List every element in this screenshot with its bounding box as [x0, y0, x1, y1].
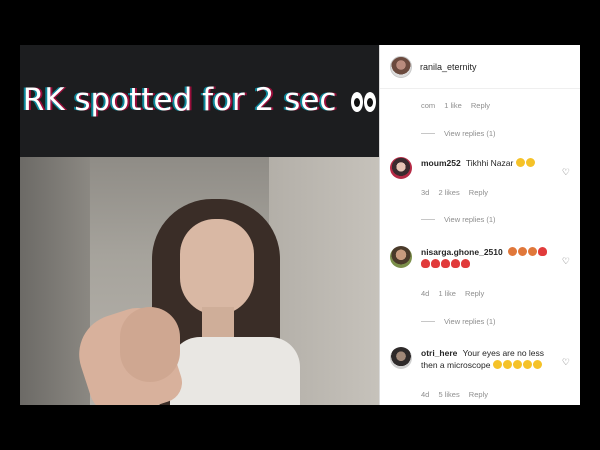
person-hand-fingers [120, 307, 180, 382]
reply-button[interactable]: Reply [465, 289, 484, 298]
smile-emoji-icon [522, 360, 532, 369]
view-replies-label: View replies (1) [444, 129, 496, 138]
person-shirt [170, 337, 300, 405]
emoji-icon [518, 247, 528, 256]
avatar[interactable] [390, 347, 412, 369]
comment-meta: 3d 2 likes Reply [421, 188, 495, 197]
heart-emoji-icon [421, 259, 430, 268]
heart-emoji-icon [451, 259, 460, 268]
view-replies-button[interactable]: View replies (1) [421, 129, 496, 138]
screenshot-frame: RK spotted for 2 sec ranila_eternity com… [0, 0, 600, 450]
heart-outline-icon[interactable]: ♡ [562, 256, 570, 267]
emoji-icon [508, 247, 518, 256]
comment-username[interactable]: otri_here [421, 348, 457, 358]
avatar[interactable] [390, 157, 412, 179]
reply-button[interactable]: Reply [469, 188, 488, 197]
comment-body: nisarga.ghone_2510 [421, 246, 555, 270]
comment-meta: 4d 5 likes Reply [421, 390, 495, 399]
view-replies-label: View replies (1) [444, 317, 496, 326]
view-replies-button[interactable]: View replies (1) [421, 317, 496, 326]
video-caption: RK spotted for 2 sec [23, 82, 377, 120]
reply-button[interactable]: Reply [471, 101, 490, 110]
caption-text: RK spotted for 2 sec [22, 82, 337, 118]
caption-bar: RK spotted for 2 sec [20, 45, 379, 157]
comments-panel[interactable]: ranila_eternity com 1 like Reply View re… [379, 45, 580, 405]
comment-time: 3d [421, 188, 430, 197]
comment-likes[interactable]: 2 likes [438, 188, 459, 197]
comment-body: otri_here Your eyes are no less then a m… [421, 347, 555, 371]
person-face [180, 219, 254, 315]
post-media[interactable]: RK spotted for 2 sec [20, 45, 379, 405]
view-replies-button[interactable]: View replies (1) [421, 215, 496, 224]
divider [421, 133, 435, 134]
reply-button[interactable]: Reply [469, 390, 488, 399]
view-replies-label: View replies (1) [444, 215, 496, 224]
clap-emoji-icon [492, 360, 502, 369]
comment-time: com [421, 101, 436, 110]
panel-header: ranila_eternity [380, 45, 580, 89]
avatar[interactable] [390, 246, 412, 268]
heart-outline-icon[interactable]: ♡ [562, 167, 570, 178]
comment-time: 4d [421, 289, 430, 298]
post-author-username[interactable]: ranila_eternity [420, 62, 477, 72]
heart-outline-icon[interactable]: ♡ [562, 357, 570, 368]
smile-emoji-icon [525, 158, 535, 167]
heart-emoji-icon [538, 247, 548, 256]
surprised-emoji-icon [515, 158, 525, 167]
heart-emoji-icon [431, 259, 440, 268]
heart-emoji-icon [461, 259, 470, 268]
comment-meta: com 1 like Reply [421, 101, 497, 110]
comment-likes[interactable]: 5 likes [438, 390, 459, 399]
video-frame[interactable] [20, 157, 379, 405]
comment-username[interactable]: moum252 [421, 158, 461, 168]
emoji-icon [528, 247, 538, 256]
smile-emoji-icon [532, 360, 542, 369]
comment-meta: 4d 1 like Reply [421, 289, 491, 298]
comment-text: Tikhhi Nazar [465, 158, 514, 168]
avatar[interactable] [390, 55, 412, 78]
divider [421, 321, 435, 322]
comment-body: moum252 Tikhhi Nazar [421, 157, 555, 169]
background-wall [20, 157, 90, 405]
heart-emoji-icon [441, 259, 450, 268]
clap-emoji-icon [502, 360, 512, 369]
divider [421, 219, 435, 220]
comment-time: 4d [421, 390, 430, 399]
comment-likes[interactable]: 1 like [438, 289, 456, 298]
comment-username[interactable]: nisarga.ghone_2510 [421, 247, 503, 257]
comment-likes[interactable]: 1 like [444, 101, 462, 110]
eyes-emoji-icon [350, 84, 377, 120]
smile-emoji-icon [512, 360, 522, 369]
